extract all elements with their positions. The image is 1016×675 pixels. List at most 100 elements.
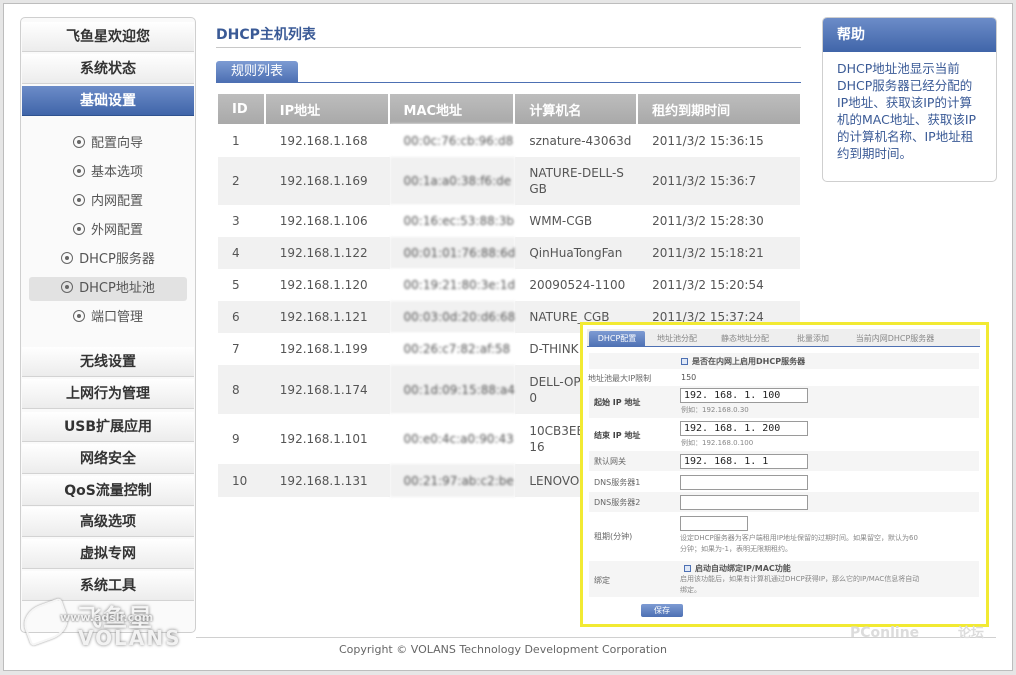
checkbox-checked-icon xyxy=(684,565,691,572)
enable-dhcp-checkbox[interactable]: 是否在内网上启用DHCP服务器 xyxy=(681,356,805,367)
table-row: 1 192.168.1.168 00:0c:76:cb:96:d8 sznatu… xyxy=(218,124,800,157)
help-panel: 帮助 DHCP地址池显示当前 DHCP服务器已经分配的 IP地址、获取该IP的计… xyxy=(822,17,997,182)
cell-mac: 00:e0:4c:a0:90:43 xyxy=(389,414,516,464)
menu-welcome[interactable]: 飞鱼星欢迎您 xyxy=(22,22,194,52)
tab-batch-add[interactable]: 批量添加 xyxy=(785,331,841,347)
cell-hostname: sznature-43063d xyxy=(515,124,639,157)
cell-expire: 2011/3/2 15:36:7 xyxy=(638,157,800,205)
radio-circle-icon xyxy=(72,165,85,177)
lease-label: 租期(分钟) xyxy=(594,532,633,541)
volans-logo: 飞鱼星 www.adslr.com VOLANS xyxy=(19,597,180,650)
submenu-port-management[interactable]: 端口管理 xyxy=(29,306,187,330)
menu-system-tools[interactable]: 系统工具 xyxy=(22,571,194,601)
cell-mac: 00:1d:09:15:88:a4 xyxy=(389,365,516,414)
pool-max-label: 地址池最大IP限制 xyxy=(588,374,652,383)
divider xyxy=(216,82,801,83)
radio-circle-icon xyxy=(72,310,85,322)
cell-ip: 192.168.1.122 xyxy=(265,237,390,269)
dns2-label: DNS服务器2 xyxy=(594,498,641,507)
cell-hostname: 20090524-1100 xyxy=(515,269,639,301)
cell-expire: 2011/3/2 15:18:21 xyxy=(638,237,800,269)
cell-id: 4 xyxy=(218,237,266,269)
cell-mac: 00:19:21:80:3e:1d xyxy=(389,269,516,301)
cell-ip: 192.168.1.106 xyxy=(265,205,390,237)
checkbox-checked-icon xyxy=(681,358,688,365)
tab-static-allocation[interactable]: 静态地址分配 xyxy=(713,331,777,347)
cell-id: 6 xyxy=(218,301,266,333)
table-header-row: ID IP地址 MAC地址 计算机名 租约到期时间 xyxy=(218,94,800,124)
cell-ip: 192.168.1.174 xyxy=(265,365,390,414)
tab-rule-list[interactable]: 规则列表 xyxy=(216,61,298,82)
auto-bind-checkbox[interactable]: 启动自动绑定IP/MAC功能 xyxy=(684,563,791,574)
menu-qos[interactable]: QoS流量控制 xyxy=(22,476,194,506)
start-ip-input[interactable]: 192. 168. 1. 100 xyxy=(680,388,808,403)
cell-hostname: NATURE-DELL-S GB xyxy=(515,157,639,205)
pool-max-value: 150 xyxy=(681,373,697,382)
radio-circle-icon xyxy=(72,223,85,235)
cell-ip: 192.168.1.169 xyxy=(265,157,390,205)
bind-desc: 启用该功能后，如果有计算机通过DHCP获得IP，那么它的IP/MAC信息将自动 xyxy=(680,575,920,583)
menu-vpn[interactable]: 虚拟专网 xyxy=(22,539,194,569)
lease-input[interactable] xyxy=(680,516,748,531)
table-row: 2 192.168.1.169 00:1a:a0:38:f6:de NATURE… xyxy=(218,157,800,205)
submenu-dhcp-pool[interactable]: DHCP地址池 xyxy=(29,277,187,301)
cell-mac: 00:26:c7:82:af:58 xyxy=(389,333,516,365)
column-header-hostname: 计算机名 xyxy=(515,94,639,124)
copyright-text: Copyright © VOLANS Technology Developmen… xyxy=(339,643,667,656)
submenu-basic-options[interactable]: 基本选项 xyxy=(29,161,187,185)
column-header-id: ID xyxy=(218,94,266,124)
gateway-input[interactable]: 192. 168. 1. 1 xyxy=(680,454,808,469)
cell-ip: 192.168.1.121 xyxy=(265,301,390,333)
end-ip-label: 结束 IP 地址 xyxy=(594,431,641,440)
tab-current-dhcp-servers[interactable]: 当前内网DHCP服务器 xyxy=(845,331,945,347)
radio-circle-icon xyxy=(61,281,74,293)
submenu-dhcp-server[interactable]: DHCP服务器 xyxy=(29,248,187,272)
dns1-input[interactable] xyxy=(680,475,808,490)
watermark: PConline xyxy=(850,625,920,641)
cell-ip: 192.168.1.168 xyxy=(265,124,390,157)
help-title: 帮助 xyxy=(823,18,996,52)
submenu-wan-config[interactable]: 外网配置 xyxy=(29,219,187,243)
submenu-lan-config[interactable]: 内网配置 xyxy=(29,190,187,214)
cell-mac: 00:16:ec:53:88:3b xyxy=(389,205,516,237)
cell-hostname: QinHuaTongFan xyxy=(515,237,639,269)
column-header-ip: IP地址 xyxy=(265,94,390,124)
save-button[interactable]: 保存 xyxy=(641,604,683,617)
overlay-tab-bar: DHCP配置 地址池分配 静态地址分配 批量添加 当前内网DHCP服务器 xyxy=(587,329,980,347)
menu-advanced[interactable]: 高级选项 xyxy=(22,507,194,537)
cell-mac: 00:21:97:ab:c2:be xyxy=(389,464,516,497)
cell-expire: 2011/3/2 15:20:54 xyxy=(638,269,800,301)
cell-ip: 192.168.1.120 xyxy=(265,269,390,301)
cell-expire: 2011/3/2 15:36:15 xyxy=(638,124,800,157)
radio-circle-icon xyxy=(61,252,74,264)
cell-id: 10 xyxy=(218,464,266,497)
cell-id: 1 xyxy=(218,124,266,157)
gateway-label: 默认网关 xyxy=(594,457,626,466)
end-ip-input[interactable]: 192. 168. 1. 200 xyxy=(680,421,808,436)
cell-mac: 00:01:01:76:88:6d xyxy=(389,237,516,269)
cell-id: 2 xyxy=(218,157,266,205)
cell-mac: 00:0c:76:cb:96:d8 xyxy=(389,124,516,157)
tab-pool-allocation[interactable]: 地址池分配 xyxy=(649,331,705,347)
submenu-config-wizard[interactable]: 配置向导 xyxy=(29,132,187,156)
menu-usb[interactable]: USB扩展应用 xyxy=(22,412,194,442)
cell-mac: 00:03:0d:20:d6:68 xyxy=(389,301,516,333)
menu-security[interactable]: 网络安全 xyxy=(22,444,194,474)
menu-basic-settings[interactable]: 基础设置 xyxy=(22,86,194,116)
cell-mac: 00:1a:a0:38:f6:de xyxy=(389,157,516,205)
lease-desc: 设定DHCP服务器为客户端租用IP地址保留的过期时间。如果留空，默认为60 xyxy=(680,534,918,542)
menu-wireless[interactable]: 无线设置 xyxy=(22,347,194,377)
column-header-lease-expire: 租约到期时间 xyxy=(638,94,800,124)
cell-id: 9 xyxy=(218,414,266,464)
menu-system-status[interactable]: 系统状态 xyxy=(22,54,194,84)
dns2-input[interactable] xyxy=(680,495,808,510)
start-ip-example: 例如：192.168.0.30 xyxy=(681,406,749,414)
cell-ip: 192.168.1.131 xyxy=(265,464,390,497)
table-row: 5 192.168.1.120 00:19:21:80:3e:1d 200905… xyxy=(218,269,800,301)
divider xyxy=(216,47,801,48)
form-row: 是否在内网上启用DHCP服务器 xyxy=(589,353,979,369)
dns1-label: DNS服务器1 xyxy=(594,478,641,487)
tab-dhcp-config[interactable]: DHCP配置 xyxy=(589,331,645,347)
menu-behavior-management[interactable]: 上网行为管理 xyxy=(22,379,194,409)
radio-circle-icon xyxy=(72,194,85,206)
